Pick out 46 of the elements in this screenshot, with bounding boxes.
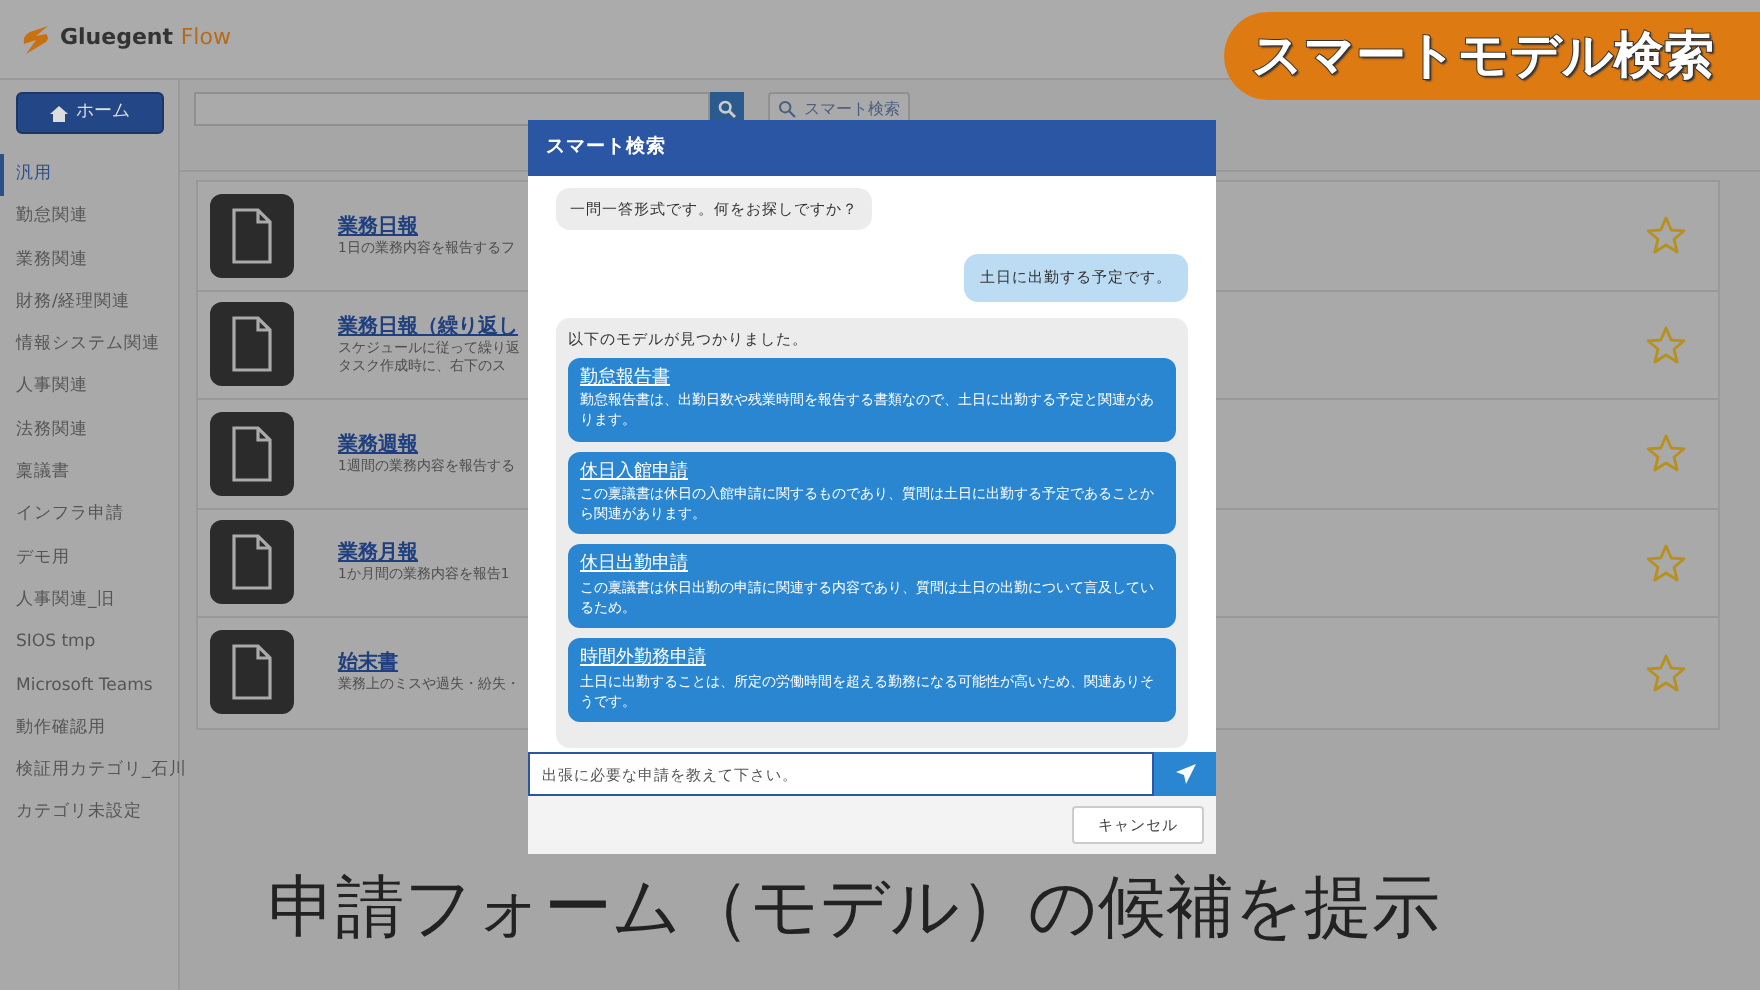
category-item[interactable]: インフラ申請: [0, 494, 178, 538]
result-title-link[interactable]: 勤怠報告書: [580, 365, 1164, 391]
model-title-link[interactable]: 業務日報: [338, 213, 515, 240]
category-item[interactable]: 人事関連_旧: [0, 579, 178, 623]
category-item[interactable]: 財務/経理関連: [0, 281, 178, 325]
document-icon: [210, 630, 294, 715]
logo-icon: [20, 23, 52, 55]
category-item[interactable]: 稟議書: [0, 452, 178, 495]
category-item[interactable]: 情報システム関連: [0, 324, 178, 367]
favorite-star-icon[interactable]: [1646, 543, 1686, 582]
model-title-link[interactable]: 始末書: [338, 650, 520, 677]
dialog-title: スマート検索: [528, 120, 1216, 176]
category-item[interactable]: SIOS tmp: [0, 622, 178, 666]
category-item[interactable]: 人事関連: [0, 366, 178, 410]
document-icon: [210, 520, 294, 605]
home-button[interactable]: ホーム: [16, 92, 164, 134]
favorite-star-icon[interactable]: [1646, 653, 1686, 692]
category-item[interactable]: 法務関連: [0, 409, 178, 453]
category-item[interactable]: カテゴリ未設定: [0, 792, 178, 836]
favorite-star-icon[interactable]: [1646, 216, 1686, 255]
category-item[interactable]: デモ用: [0, 537, 178, 580]
send-icon: [1175, 764, 1195, 784]
result-title-link[interactable]: 休日入館申請: [580, 459, 1164, 485]
result-title-link[interactable]: 時間外勤務申請: [580, 646, 1164, 672]
document-icon: [210, 193, 294, 278]
send-button[interactable]: [1154, 752, 1216, 796]
model-title-link[interactable]: 業務日報（繰り返し: [338, 313, 520, 340]
home-icon: [50, 105, 68, 121]
search-icon: [778, 100, 796, 118]
favorite-star-icon[interactable]: [1646, 325, 1686, 364]
model-title-link[interactable]: 業務月報: [338, 540, 510, 567]
search-icon: [718, 100, 736, 118]
result-title-link[interactable]: 休日出勤申請: [580, 552, 1164, 578]
category-item[interactable]: Microsoft Teams: [0, 665, 178, 708]
category-item[interactable]: 業務関連: [0, 239, 178, 282]
category-item[interactable]: 汎用: [0, 154, 178, 197]
category-item[interactable]: 動作確認用: [0, 707, 178, 751]
document-icon: [210, 302, 294, 387]
logo-text: Gluegent Flow: [60, 22, 231, 55]
category-item[interactable]: 勤怠関連: [0, 196, 178, 240]
title-badge: スマートモデル検索: [1224, 12, 1760, 100]
model-title-link[interactable]: 業務週報: [338, 431, 515, 458]
document-icon: [210, 411, 294, 496]
search-field[interactable]: [194, 92, 710, 126]
favorite-star-icon[interactable]: [1646, 434, 1686, 473]
caption-text: 申請フォーム（モデル）の候補を提示: [268, 866, 1440, 952]
